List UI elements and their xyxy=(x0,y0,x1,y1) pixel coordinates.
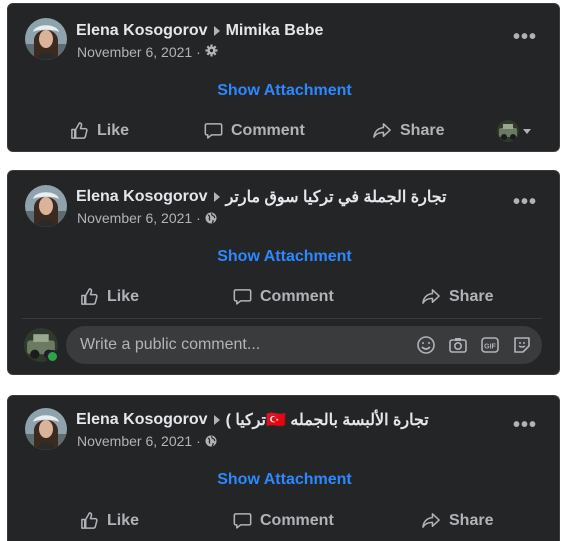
post-card: Elena Kosogorov تجارة الجملة في تركيا سو… xyxy=(7,170,560,375)
group-name[interactable]: تجارة الألبسة بالجمله 🇹🇷تركيا ) xyxy=(226,410,429,430)
comment-button[interactable]: Comment xyxy=(204,121,305,140)
comment-button[interactable]: Comment xyxy=(233,511,334,530)
post-meta: November 6, 2021 · xyxy=(77,433,217,449)
like-label: Like xyxy=(107,511,140,529)
gear-icon xyxy=(205,44,218,60)
more-options-icon[interactable]: ••• xyxy=(513,415,537,435)
post-header: Elena Kosogorov Mimika Bebe xyxy=(76,22,323,40)
like-icon xyxy=(80,511,99,530)
gif-icon[interactable]: GIF xyxy=(480,335,500,355)
like-button[interactable]: Like xyxy=(80,287,139,306)
author-avatar[interactable] xyxy=(25,18,67,60)
post-meta: November 6, 2021 · xyxy=(77,210,217,226)
share-button[interactable]: Share xyxy=(422,511,493,530)
author-avatar[interactable] xyxy=(25,408,67,450)
like-label: Like xyxy=(107,287,140,305)
chevron-down-icon xyxy=(523,128,531,134)
divider xyxy=(22,318,542,319)
like-label: Like xyxy=(97,121,130,139)
comment-icon xyxy=(204,121,223,140)
comment-icon xyxy=(233,287,252,306)
comment-label: Comment xyxy=(260,511,334,529)
post-card: Elena Kosogorov تجارة الألبسة بالجمله 🇹🇷… xyxy=(7,395,560,541)
page-avatar xyxy=(497,120,519,142)
comment-input[interactable]: Write a public comment... GIF xyxy=(66,326,542,364)
svg-text:GIF: GIF xyxy=(484,344,496,351)
share-button[interactable]: Share xyxy=(373,121,444,140)
reaction-selector[interactable] xyxy=(497,120,531,142)
arrow-right-icon xyxy=(213,192,220,202)
show-attachment-link[interactable]: Show Attachment xyxy=(8,82,561,100)
comment-button[interactable]: Comment xyxy=(233,287,334,306)
show-attachment-link[interactable]: Show Attachment xyxy=(8,248,561,266)
share-label: Share xyxy=(449,287,494,305)
globe-icon xyxy=(205,435,217,447)
group-name[interactable]: Mimika Bebe xyxy=(226,22,324,40)
commenter-avatar[interactable] xyxy=(24,328,59,363)
show-attachment-link[interactable]: Show Attachment xyxy=(8,471,561,489)
sticker-icon[interactable] xyxy=(512,335,532,355)
arrow-right-icon xyxy=(213,26,220,36)
camera-icon[interactable] xyxy=(448,335,468,355)
group-name[interactable]: تجارة الجملة في تركيا سوق مارتر xyxy=(226,187,447,207)
online-status-dot xyxy=(46,350,59,363)
emoji-icon[interactable] xyxy=(416,335,436,355)
share-icon xyxy=(373,121,392,140)
arrow-right-icon xyxy=(213,415,220,425)
share-label: Share xyxy=(449,511,494,529)
post-meta: November 6, 2021 · xyxy=(77,44,218,60)
more-options-icon[interactable]: ••• xyxy=(513,27,537,47)
post-date[interactable]: November 6, 2021 · xyxy=(77,210,201,226)
comment-label: Comment xyxy=(231,121,305,139)
comment-label: Comment xyxy=(260,287,334,305)
comment-icon xyxy=(233,511,252,530)
like-icon xyxy=(70,121,89,140)
post-header: Elena Kosogorov تجارة الألبسة بالجمله 🇹🇷… xyxy=(76,410,429,430)
more-options-icon[interactable]: ••• xyxy=(513,192,537,212)
author-avatar[interactable] xyxy=(25,185,67,227)
author-name[interactable]: Elena Kosogorov xyxy=(76,22,208,40)
post-date[interactable]: November 6, 2021 · xyxy=(77,433,201,449)
author-name[interactable]: Elena Kosogorov xyxy=(76,411,208,429)
like-button[interactable]: Like xyxy=(80,511,139,530)
post-date[interactable]: November 6, 2021 · xyxy=(77,44,201,60)
author-name[interactable]: Elena Kosogorov xyxy=(76,188,208,206)
share-button[interactable]: Share xyxy=(422,287,493,306)
share-label: Share xyxy=(400,121,445,139)
post-card: Elena Kosogorov Mimika Bebe November 6, … xyxy=(7,3,560,152)
post-header: Elena Kosogorov تجارة الجملة في تركيا سو… xyxy=(76,187,446,207)
share-icon xyxy=(422,511,441,530)
like-button[interactable]: Like xyxy=(70,121,129,140)
share-icon xyxy=(422,287,441,306)
comment-placeholder: Write a public comment... xyxy=(80,336,261,353)
globe-icon xyxy=(205,212,217,224)
like-icon xyxy=(80,287,99,306)
